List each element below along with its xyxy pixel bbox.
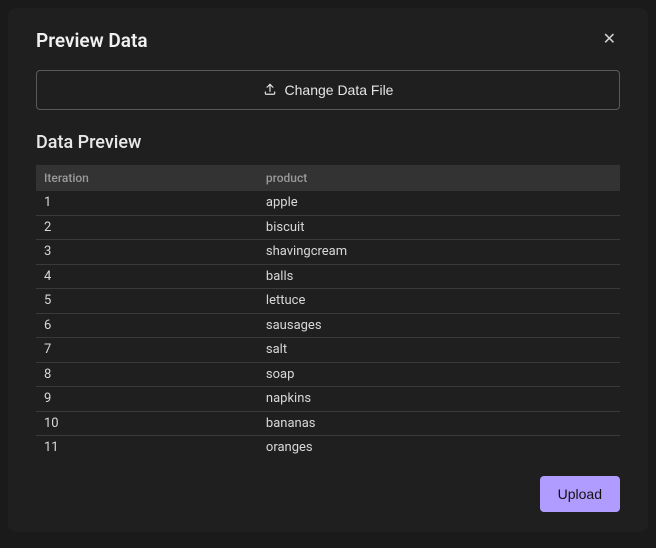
table-row: 8soap [36,362,620,387]
cell-iteration: 1 [36,191,258,215]
cell-product: napkins [258,387,620,412]
modal-header: Preview Data ✕ [36,28,620,52]
table-header-row: Iteration product [36,165,620,191]
modal-title: Preview Data [36,29,148,52]
close-icon: ✕ [603,31,616,48]
data-preview-table: Iteration product 1apple2biscuit3shaving… [36,165,620,458]
cell-product: biscuit [258,215,620,240]
table-row: 2biscuit [36,215,620,240]
cell-product: lettuce [258,289,620,314]
table-row: 7salt [36,338,620,363]
preview-data-modal: Preview Data ✕ Change Data File Data Pre… [8,8,648,532]
cell-iteration: 5 [36,289,258,314]
table-row: 6sausages [36,313,620,338]
cell-iteration: 9 [36,387,258,412]
section-title: Data Preview [36,132,620,153]
cell-product: balls [258,264,620,289]
cell-product: oranges [258,436,620,458]
cell-iteration: 2 [36,215,258,240]
modal-footer: Upload [36,476,620,512]
cell-product: soap [258,362,620,387]
cell-product: shavingcream [258,240,620,265]
cell-product: sausages [258,313,620,338]
cell-iteration: 11 [36,436,258,458]
cell-product: bananas [258,411,620,436]
cell-iteration: 6 [36,313,258,338]
col-header-iteration: Iteration [36,165,258,191]
cell-product: salt [258,338,620,363]
upload-icon [263,82,277,99]
table-row: 1apple [36,191,620,215]
table-row: 10bananas [36,411,620,436]
upload-button-label: Upload [558,486,602,502]
close-button[interactable]: ✕ [599,28,620,52]
upload-button[interactable]: Upload [540,476,620,512]
cell-iteration: 3 [36,240,258,265]
table-row: 5lettuce [36,289,620,314]
cell-iteration: 4 [36,264,258,289]
col-header-product: product [258,165,620,191]
table-row: 3shavingcream [36,240,620,265]
change-data-file-label: Change Data File [285,82,394,98]
change-data-file-button[interactable]: Change Data File [36,70,620,110]
table-row: 9napkins [36,387,620,412]
table-row: 11oranges [36,436,620,458]
cell-iteration: 10 [36,411,258,436]
cell-product: apple [258,191,620,215]
cell-iteration: 7 [36,338,258,363]
cell-iteration: 8 [36,362,258,387]
table-row: 4balls [36,264,620,289]
data-preview-table-wrap: Iteration product 1apple2biscuit3shaving… [36,165,620,458]
